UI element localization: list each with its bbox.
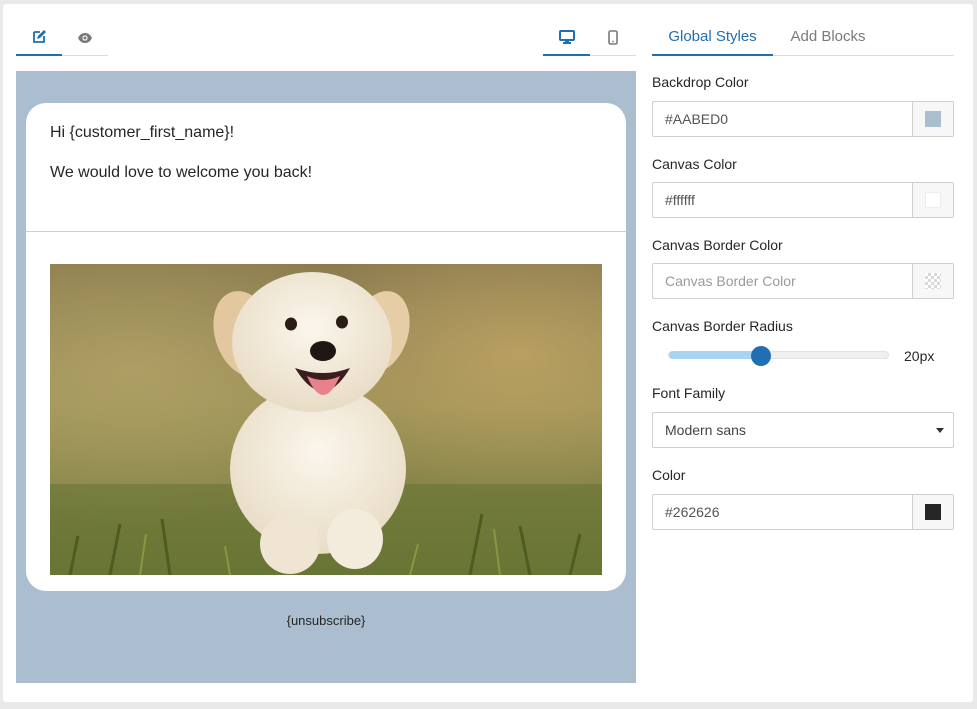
backdrop-color-field[interactable]: #AABED0 (652, 101, 954, 137)
font-family-value: Modern sans (665, 422, 746, 438)
desktop-view-tab[interactable] (543, 20, 590, 56)
canvas-color-field[interactable]: #ffffff (652, 182, 954, 218)
border-radius-value: 20px (904, 348, 935, 364)
text-color-field[interactable]: #262626 (652, 494, 954, 530)
canvas-border-radius-label: Canvas Border Radius (652, 318, 793, 334)
mobile-view-tab[interactable] (590, 20, 636, 56)
font-family-label: Font Family (652, 385, 726, 401)
tab-global-styles[interactable]: Global Styles (652, 20, 773, 56)
canvas-color-label: Canvas Color (652, 156, 737, 172)
canvas-border-color-placeholder[interactable]: Canvas Border Color (665, 264, 796, 298)
mobile-phone-icon (608, 30, 618, 45)
content-divider (26, 231, 626, 232)
font-family-select[interactable]: Modern sans (652, 412, 954, 448)
text-color-picker[interactable] (912, 495, 953, 529)
backdrop-color-picker[interactable] (912, 102, 953, 136)
edit-mode-tab[interactable] (16, 20, 62, 56)
backdrop-color-label: Backdrop Color (652, 74, 749, 90)
email-backdrop: Hi {customer_first_name}! We would love … (16, 71, 636, 683)
slider-fill (669, 351, 761, 359)
text-color-label: Color (652, 467, 686, 483)
greeting-text[interactable]: Hi {customer_first_name}! (50, 123, 234, 143)
backdrop-color-value[interactable]: #AABED0 (665, 102, 728, 136)
email-canvas: Hi {customer_first_name}! We would love … (26, 103, 626, 591)
edit-pencil-icon (31, 29, 47, 45)
caret-down-icon (936, 428, 944, 433)
eye-icon (77, 32, 93, 44)
color-swatch-icon (925, 504, 941, 520)
color-swatch-icon (925, 111, 941, 127)
transparent-swatch-icon (925, 273, 941, 289)
desktop-monitor-icon (558, 30, 575, 44)
unsubscribe-link[interactable]: {unsubscribe} (16, 613, 636, 628)
preview-mode-tab[interactable] (62, 20, 108, 56)
border-radius-slider[interactable] (668, 346, 889, 366)
canvas-border-color-field[interactable]: Canvas Border Color (652, 263, 954, 299)
sidebar-tabs: Global Styles Add Blocks (652, 20, 954, 56)
canvas-border-color-label: Canvas Border Color (652, 237, 783, 253)
tab-add-blocks[interactable]: Add Blocks (773, 20, 883, 56)
slider-handle[interactable] (750, 346, 771, 366)
puppy-image[interactable] (50, 264, 602, 575)
welcome-text[interactable]: We would love to welcome you back! (50, 163, 312, 183)
text-color-value[interactable]: #262626 (665, 495, 720, 529)
canvas-color-value[interactable]: #ffffff (665, 183, 695, 217)
canvas-color-picker[interactable] (912, 183, 953, 217)
color-swatch-icon (925, 192, 941, 208)
canvas-border-color-picker[interactable] (912, 264, 953, 298)
